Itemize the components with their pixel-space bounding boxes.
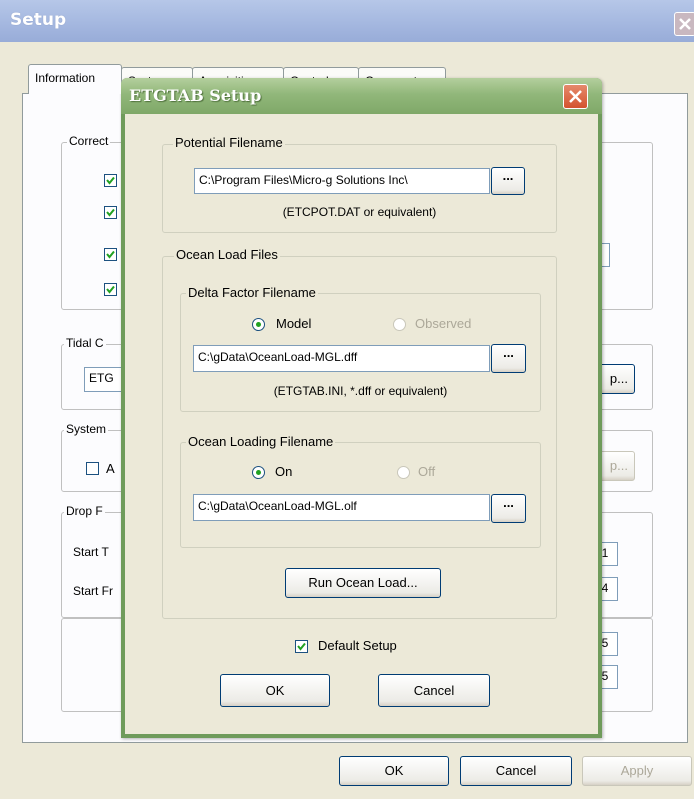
button-label: Apply <box>620 763 654 778</box>
observed-radio[interactable] <box>393 318 406 331</box>
delta-factor-label: Delta Factor Filename <box>186 285 318 300</box>
off-radio-label: Off <box>418 464 436 479</box>
dialog-title: ETGTAB Setup <box>129 86 262 105</box>
dialog-close-button[interactable] <box>563 84 588 109</box>
input-value: C:\gData\OceanLoad-MGL.olf <box>198 499 357 513</box>
ocean-loading-input[interactable]: C:\gData\OceanLoad-MGL.olf <box>193 494 490 521</box>
button-label: OK <box>265 683 285 698</box>
tab-information[interactable]: Information <box>28 64 122 94</box>
drop-group-label: Drop F <box>64 504 105 518</box>
button-label: ... <box>503 495 514 510</box>
setup-apply-button[interactable]: Apply <box>582 756 692 786</box>
on-radio[interactable] <box>252 466 265 479</box>
correction-checkbox-2[interactable] <box>104 206 117 219</box>
observed-radio-label: Observed <box>415 316 472 331</box>
tidal-select-value: ETG <box>89 371 114 385</box>
default-setup-label: Default Setup <box>318 638 397 653</box>
start-time-label: Start T <box>73 545 109 559</box>
model-radio-label: Model <box>276 316 312 331</box>
button-label: Cancel <box>495 763 537 778</box>
run-ocean-load-button[interactable]: Run Ocean Load... <box>285 568 441 598</box>
close-icon <box>679 18 691 30</box>
correction-checkbox-4[interactable] <box>104 283 117 296</box>
setup-ok-button[interactable]: OK <box>339 756 449 786</box>
potential-group-label: Potential Filename <box>173 135 285 150</box>
start-frame-label: Start Fr <box>73 584 114 598</box>
dialog-title-bar: ETGTAB Setup <box>121 78 602 114</box>
button-label: Run Ocean Load... <box>308 575 418 590</box>
tab-label: Information <box>35 71 96 85</box>
close-icon <box>569 90 582 103</box>
button-label: ... <box>502 168 514 183</box>
potential-browse-button[interactable]: ... <box>491 167 525 195</box>
potential-note: (ETCPOT.DAT or equivalent) <box>282 205 437 219</box>
setup-close-button[interactable] <box>674 12 694 36</box>
checkmark-icon <box>297 642 306 651</box>
system-checkbox-label: A <box>106 461 115 476</box>
ocean-loading-label: Ocean Loading Filename <box>186 434 336 449</box>
system-group-label: System <box>64 422 109 436</box>
dialog-ok-button[interactable]: OK <box>220 674 330 707</box>
input-value: C:\Program Files\Micro-g Solutions Inc\ <box>199 173 408 187</box>
button-label: OK <box>384 763 404 778</box>
input-value: C:\gData\OceanLoad-MGL.dff <box>198 350 358 364</box>
button-label: p... <box>609 371 628 386</box>
ocean-load-group-label: Ocean Load Files <box>174 247 280 262</box>
dialog-cancel-button[interactable]: Cancel <box>378 674 490 707</box>
tidal-group-label: Tidal C <box>64 336 106 350</box>
delta-factor-input[interactable]: C:\gData\OceanLoad-MGL.dff <box>193 345 490 372</box>
button-label: ... <box>503 345 514 360</box>
ocean-loading-browse-button[interactable]: ... <box>491 494 526 523</box>
off-radio[interactable] <box>397 466 410 479</box>
model-radio[interactable] <box>252 318 265 331</box>
default-setup-checkbox[interactable] <box>295 640 308 653</box>
potential-filename-input[interactable]: C:\Program Files\Micro-g Solutions Inc\ <box>194 168 490 194</box>
setup-title-bar: Setup <box>0 0 694 42</box>
delta-factor-note: (ETGTAB.INI, *.dff or equivalent) <box>273 384 448 398</box>
button-label: Cancel <box>413 683 455 698</box>
corrections-group-label: Correct <box>67 134 111 148</box>
delta-factor-browse-button[interactable]: ... <box>491 344 526 373</box>
system-checkbox[interactable] <box>86 462 99 475</box>
correction-checkbox-1[interactable] <box>104 174 117 187</box>
setup-cancel-button[interactable]: Cancel <box>460 756 572 786</box>
button-label: p... <box>609 458 628 473</box>
correction-checkbox-3[interactable] <box>104 248 117 261</box>
setup-title: Setup <box>10 10 67 30</box>
on-radio-label: On <box>275 464 293 479</box>
